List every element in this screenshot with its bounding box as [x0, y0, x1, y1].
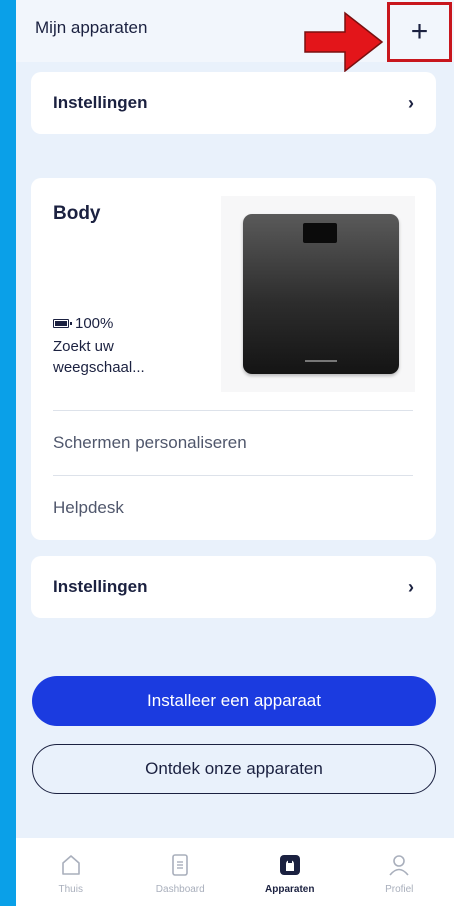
settings-card-bottom[interactable]: Instellingen › [31, 556, 436, 618]
menu-item-helpdesk[interactable]: Helpdesk [53, 498, 124, 518]
tab-thuis[interactable]: Thuis [16, 838, 126, 906]
settings-card-top[interactable]: Instellingen › [31, 72, 436, 134]
plus-icon: + [410, 15, 429, 48]
chevron-right-icon: › [408, 92, 414, 113]
tab-dashboard[interactable]: Dashboard [126, 838, 236, 906]
profile-icon [389, 855, 409, 876]
discover-devices-button[interactable]: Ontdek onze apparaten [32, 744, 436, 794]
app-screen: Mijn apparaten + Instellingen › Body 100… [16, 0, 454, 906]
battery-status: 100% [53, 315, 113, 332]
bottom-tab-bar: Thuis Dashboard Apparaten Profiel [16, 838, 454, 906]
tab-profiel[interactable]: Profiel [345, 838, 454, 906]
tab-label: Apparaten [265, 884, 315, 895]
tab-apparaten[interactable]: Apparaten [235, 838, 345, 906]
battery-icon [53, 319, 72, 328]
chevron-right-icon: › [408, 576, 414, 597]
menu-item-personalize-screens[interactable]: Schermen personaliseren [53, 433, 247, 453]
home-icon [61, 855, 80, 875]
settings-label: Instellingen [53, 93, 148, 112]
battery-level: 100% [75, 315, 114, 332]
install-device-button[interactable]: Installeer een apparaat [32, 676, 436, 726]
tab-label: Profiel [385, 884, 414, 895]
page-title: Mijn apparaten [35, 18, 148, 37]
device-card: Body 100% Zoekt uw weegschaal... Scherme… [31, 178, 436, 540]
device-name: Body [53, 203, 101, 224]
divider [53, 410, 413, 411]
scale-image [243, 214, 399, 374]
dashboard-icon [172, 854, 189, 876]
settings-label: Instellingen [53, 577, 148, 596]
add-device-button[interactable]: + [387, 2, 452, 62]
tab-label: Thuis [58, 884, 83, 895]
tab-label: Dashboard [155, 884, 205, 895]
connection-status: Zoekt uw weegschaal... [53, 338, 145, 376]
top-bar: Mijn apparaten + [16, 0, 454, 62]
devices-icon [279, 855, 300, 875]
annotation-arrow-icon [304, 11, 384, 73]
divider [53, 475, 413, 476]
